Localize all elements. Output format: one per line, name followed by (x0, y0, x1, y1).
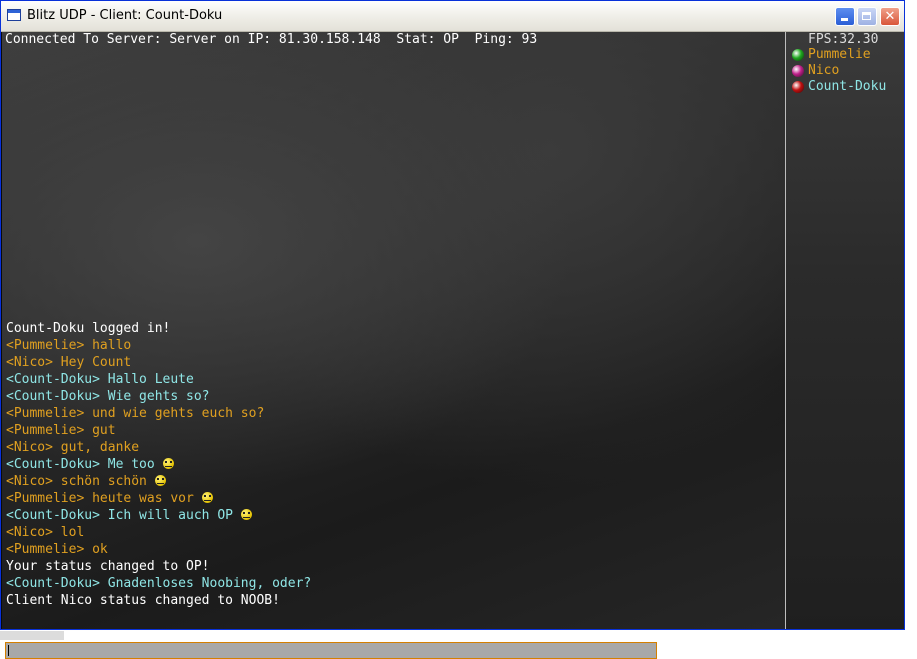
chat-message-text: Count-Doku logged in! (6, 321, 171, 336)
chat-message: <Count-Doku> Hallo Leute (6, 371, 311, 388)
chat-message: Client Nico status changed to NOOB! (6, 592, 311, 609)
chat-message: <Count-Doku> Ich will auch OP (6, 507, 311, 524)
connection-status: Connected To Server: Server on IP: 81.30… (5, 32, 538, 47)
chat-message: Count-Doku logged in! (6, 320, 311, 337)
text-caret (8, 645, 9, 656)
title-bar[interactable]: Blitz UDP - Client: Count-Doku ✕ (1, 1, 904, 32)
smiley-icon (154, 475, 166, 486)
smiley-icon (162, 458, 174, 469)
chat-message-text: Your status changed to OP! (6, 559, 210, 574)
chat-message-text: <Pummelie> gut (6, 423, 116, 438)
player-name: Pummelie (808, 47, 871, 62)
chat-message-text: <Nico> lol (6, 525, 85, 540)
smiley-icon (201, 492, 213, 503)
chat-message: Your status changed to OP! (6, 558, 311, 575)
chat-message: <Nico> Hey Count (6, 354, 311, 371)
chat-message: <Pummelie> ok (6, 541, 311, 558)
chat-message-text: <Count-Doku> Hallo Leute (6, 372, 194, 387)
chat-message: <Pummelie> und wie gehts euch so? (6, 405, 311, 422)
chat-message-text: <Nico> gut, danke (6, 440, 140, 455)
player-status-icon (792, 49, 804, 61)
player-status-icon (792, 65, 804, 77)
chat-message-text: <Count-Doku> Me too (6, 457, 155, 472)
taskbar-fragment (0, 631, 64, 640)
chat-log: Count-Doku logged in! <Pummelie> hallo <Ni… (6, 320, 311, 609)
window-title: Blitz UDP - Client: Count-Doku (27, 8, 223, 23)
chat-message-text: <Count-Doku> Ich will auch OP (6, 508, 233, 523)
chat-message: <Nico> schön schön (6, 473, 311, 490)
smiley-icon (240, 509, 252, 520)
chat-message-text: <Nico> schön schön (6, 474, 147, 489)
chat-message-text: <Pummelie> und wie gehts euch so? (6, 406, 265, 421)
chat-input[interactable] (5, 642, 657, 659)
chat-area: Connected To Server: Server on IP: 81.30… (2, 32, 785, 659)
chat-message-text: <Nico> Hey Count (6, 355, 132, 370)
chat-message-text: <Pummelie> hallo (6, 338, 132, 353)
minimize-button[interactable] (835, 7, 855, 26)
player-panel: FPS:32.30 Pummelie Nico Count-Doku (786, 32, 904, 629)
chat-message-text: <Count-Doku> Gnadenloses Noobing, oder? (6, 576, 312, 591)
chat-message: <Pummelie> heute was vor (6, 490, 311, 507)
chat-message: <Nico> gut, danke (6, 439, 311, 456)
close-button[interactable]: ✕ (880, 7, 900, 26)
chat-message-text: <Pummelie> heute was vor (6, 491, 194, 506)
chat-message-text: <Count-Doku> Wie gehts so? (6, 389, 210, 404)
maximize-button[interactable] (857, 7, 877, 26)
player-name: Count-Doku (808, 79, 887, 94)
player-name: Nico (808, 63, 840, 78)
chat-message-text: Client Nico status changed to NOOB! (6, 593, 280, 608)
chat-message: <Count-Doku> Me too (6, 456, 311, 473)
player-status-icon (792, 81, 804, 93)
chat-message: <Count-Doku> Wie gehts so? (6, 388, 311, 405)
chat-message: <Pummelie> gut (6, 422, 311, 439)
window-icon[interactable] (7, 9, 21, 21)
app-window: Blitz UDP - Client: Count-Doku ✕ Connect… (0, 0, 905, 659)
chat-message: <Count-Doku> Gnadenloses Noobing, oder? (6, 575, 311, 592)
chat-message: <Nico> lol (6, 524, 311, 541)
fps-counter: FPS:32.30 (808, 32, 879, 47)
chat-message-text: <Pummelie> ok (6, 542, 108, 557)
chat-message: <Pummelie> hallo (6, 337, 311, 354)
